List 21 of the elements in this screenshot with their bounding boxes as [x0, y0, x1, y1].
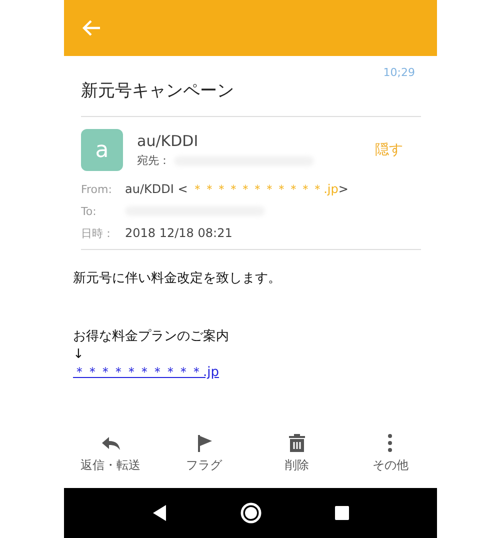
message-subject: 新元号キャンペーン: [81, 79, 421, 117]
action-button[interactable]: 削除: [250, 433, 344, 474]
message-time: 10;29: [383, 66, 415, 79]
action-button[interactable]: フラグ: [157, 433, 250, 474]
date-value: 2018 12/18 08:21: [125, 226, 232, 240]
home-icon[interactable]: [240, 502, 262, 524]
body-link[interactable]: ＊＊＊＊＊＊＊＊＊＊.jp: [73, 364, 219, 382]
detail-label: 日時：: [81, 226, 115, 240]
detail-label: From:: [81, 182, 113, 196]
action-button[interactable]: 返信・転送: [64, 433, 158, 474]
body-text: 新元号に伴い料金改定を致します。: [73, 270, 282, 288]
sender-avatar: a: [81, 129, 123, 171]
body-text: お得な料金プランのご案内: [73, 328, 230, 346]
action-button[interactable]: その他: [344, 433, 437, 474]
body-text: ↓: [73, 346, 85, 364]
detail-label: To:: [81, 204, 98, 218]
sender-address: au/KDDI < ＊＊＊＊＊＊＊＊＊＊＊.jp>: [125, 180, 348, 198]
sender-name: au/KDDI: [137, 132, 200, 150]
recipient-label: 宛先：: [137, 153, 170, 168]
more-icon: [388, 433, 392, 453]
trash-icon: [287, 433, 308, 453]
